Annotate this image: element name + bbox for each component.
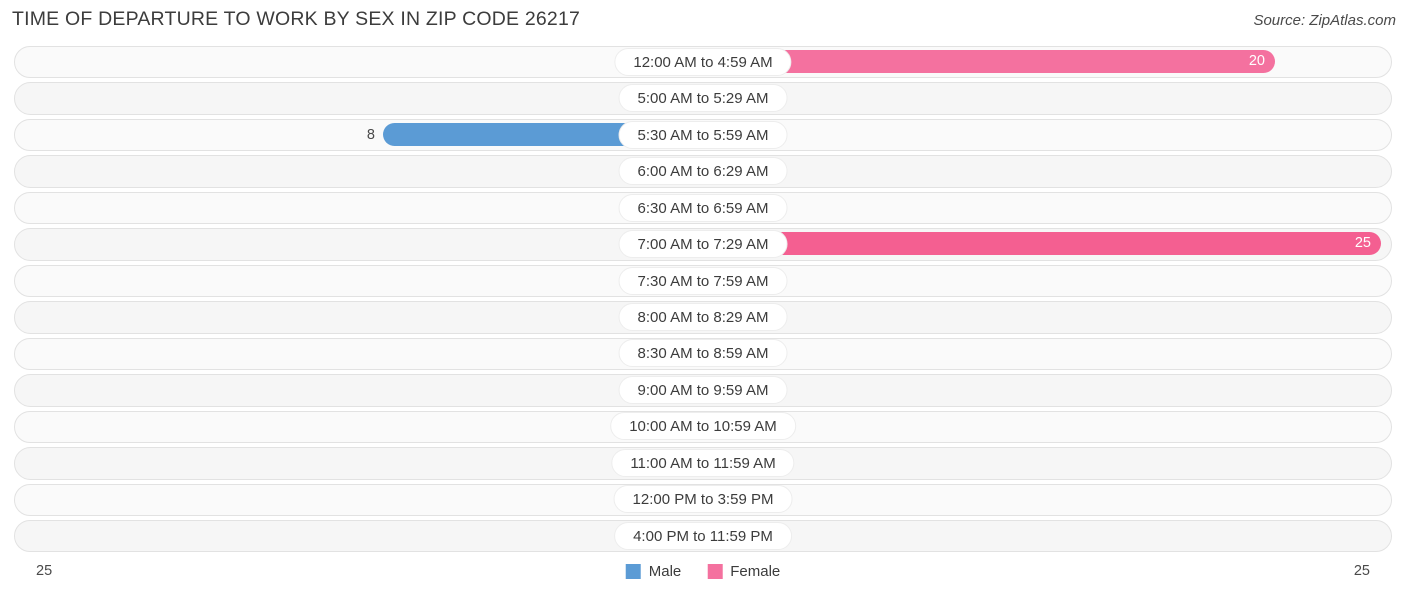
bar-female[interactable]: 25 [703,232,1381,256]
chart-row: 008:30 AM to 8:59 AM [0,336,1406,372]
legend-item-male[interactable]: Male [625,563,682,580]
value-male: 8 [366,126,375,143]
chart-rows: 20012:00 AM to 4:59 AM005:00 AM to 5:29 … [0,44,1406,555]
chart-legend: Male Female [625,563,780,580]
chart-row: 007:30 AM to 7:59 AM [0,263,1406,299]
source-attribution: Source: ZipAtlas.com [1253,12,1396,29]
row-label-pill: 12:00 PM to 3:59 PM [613,485,793,514]
chart-row: 006:00 AM to 6:29 AM [0,153,1406,189]
chart-row: 805:30 AM to 5:59 AM [0,117,1406,153]
row-label-pill: 10:00 AM to 10:59 AM [610,412,796,441]
page-title: TIME OF DEPARTURE TO WORK BY SEX IN ZIP … [12,8,581,30]
axis-label-left: 25 [36,563,53,579]
row-label-pill: 6:00 AM to 6:29 AM [618,157,788,186]
legend-swatch-male-icon [625,564,641,579]
row-label-pill: 11:00 AM to 11:59 AM [611,448,795,477]
chart-row: 0012:00 PM to 3:59 PM [0,482,1406,518]
row-label-pill: 6:30 AM to 6:59 AM [618,193,788,222]
chart-row: 008:00 AM to 8:29 AM [0,299,1406,335]
row-label-pill: 7:00 AM to 7:29 AM [618,230,788,259]
legend-item-female[interactable]: Female [707,563,780,580]
chart-row: 2507:00 AM to 7:29 AM [0,226,1406,262]
row-label-pill: 5:00 AM to 5:29 AM [618,84,788,113]
chart-header: TIME OF DEPARTURE TO WORK BY SEX IN ZIP … [0,0,1406,42]
chart-row: 006:30 AM to 6:59 AM [0,190,1406,226]
row-label-pill: 7:30 AM to 7:59 AM [618,266,788,295]
legend-label-female: Female [730,563,781,580]
row-label-pill: 9:00 AM to 9:59 AM [618,375,788,404]
row-label-pill: 8:00 AM to 8:29 AM [618,302,788,331]
chart-row: 004:00 PM to 11:59 PM [0,518,1406,554]
row-label-pill: 12:00 AM to 4:59 AM [614,47,792,76]
chart-row: 005:00 AM to 5:29 AM [0,80,1406,116]
chart-row: 0011:00 AM to 11:59 AM [0,445,1406,481]
row-label-pill: 8:30 AM to 8:59 AM [618,339,788,368]
chart-footer: 25 Male Female 25 [0,563,1406,587]
legend-label-male: Male [648,563,682,580]
row-label-pill: 5:30 AM to 5:59 AM [618,120,788,149]
chart-row: 0010:00 AM to 10:59 AM [0,409,1406,445]
axis-label-right: 25 [1353,563,1370,579]
legend-swatch-female-icon [707,564,723,579]
row-label-pill: 4:00 PM to 11:59 PM [614,521,792,550]
chart-row: 009:00 AM to 9:59 AM [0,372,1406,408]
value-female: 25 [1354,235,1371,252]
value-female: 20 [1248,53,1265,69]
chart-row: 20012:00 AM to 4:59 AM [0,44,1406,80]
